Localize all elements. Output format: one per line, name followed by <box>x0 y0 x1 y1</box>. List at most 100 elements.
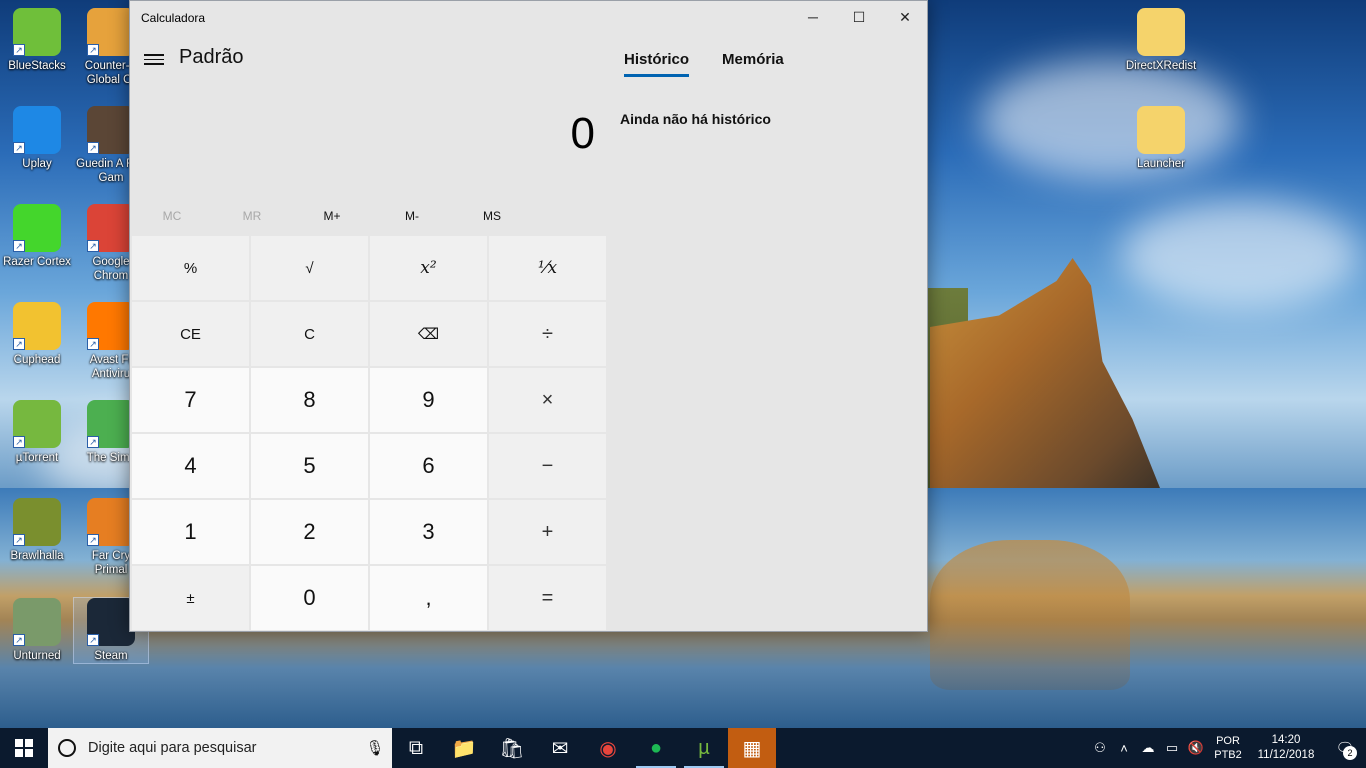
shortcut-arrow-icon: ↗ <box>13 634 25 646</box>
tab-history[interactable]: Histórico <box>624 51 690 77</box>
onedrive-icon[interactable]: ☁ <box>1136 740 1160 756</box>
shortcut-arrow-icon: ↗ <box>13 240 25 252</box>
sqrt-key[interactable]: √ <box>251 236 368 300</box>
desktop-shortcut[interactable]: ↗ Razer Cortex <box>0 204 74 269</box>
desktop-shortcut-label: Razer Cortex <box>3 256 71 268</box>
digit-9-key[interactable]: 9 <box>370 368 487 432</box>
volume-muted-icon[interactable]: 🔇 <box>1184 740 1208 756</box>
network-icon[interactable]: ▭ <box>1160 740 1184 756</box>
desktop-shortcut[interactable]: ↗ BlueStacks <box>0 8 74 73</box>
subtract-key[interactable]: − <box>489 434 606 498</box>
microphone-icon[interactable]: 🎙 <box>358 739 392 757</box>
desktop-shortcut-label: DirectXRedist <box>1125 60 1197 72</box>
clear-key[interactable]: C <box>251 302 368 366</box>
multiply-key[interactable]: × <box>489 368 606 432</box>
language-label: POR <box>1216 735 1240 747</box>
divide-key[interactable]: ÷ <box>489 302 606 366</box>
memory-mplus-button[interactable]: M+ <box>292 201 372 231</box>
clock-date: 11/12/2018 <box>1257 749 1315 761</box>
digit-2-key[interactable]: 2 <box>251 500 368 564</box>
people-icon[interactable]: ⚇ <box>1088 740 1112 756</box>
desktop-shortcut[interactable]: DirectXRedist <box>1124 8 1198 73</box>
negate-key[interactable]: ± <box>132 566 249 630</box>
search-placeholder: Digite aqui para pesquisar <box>88 740 257 756</box>
sims-icon: ↗ <box>87 400 135 448</box>
calculator-icon: ▦ <box>742 737 762 760</box>
task-view-icon: ⧉ <box>408 736 424 759</box>
shortcut-arrow-icon: ↗ <box>87 240 99 252</box>
taskbar-calculator-button[interactable]: ▦ <box>728 728 776 768</box>
memory-ms-button[interactable]: MS <box>452 201 532 231</box>
folder-icon <box>1137 106 1185 154</box>
digit-0-key[interactable]: 0 <box>251 566 368 630</box>
digit-7-key[interactable]: 7 <box>132 368 249 432</box>
desktop-shortcut[interactable]: Launcher <box>1124 106 1198 171</box>
shortcut-arrow-icon: ↗ <box>87 436 99 448</box>
uplay-icon: ↗ <box>13 106 61 154</box>
desktop-shortcut-label: Uplay <box>22 158 52 170</box>
memory-mr-button[interactable]: MR <box>212 201 292 231</box>
clock[interactable]: 14:20 11/12/2018 <box>1248 733 1324 763</box>
taskbar-store-button[interactable]: 🛍 <box>488 728 536 768</box>
desktop-shortcut[interactable]: ↗ Cuphead <box>0 302 74 367</box>
memory-row: MC MR M+ M- MS <box>132 201 612 231</box>
mode-title: Padrão <box>179 46 244 68</box>
backspace-key[interactable]: ⌫ <box>370 302 487 366</box>
shortcut-arrow-icon: ↗ <box>87 534 99 546</box>
pinned-apps: ⧉ 📁 🛍 ✉ ◉ ● µ ▦ <box>392 728 776 768</box>
utorrent-icon: ↗ <box>13 400 61 448</box>
chevron-up-icon[interactable]: ˄ <box>1112 741 1136 756</box>
desktop-shortcut[interactable]: ↗ µTorrent <box>0 400 74 465</box>
keyboard-label: PTB2 <box>1214 749 1242 761</box>
desktop-shortcut[interactable]: ↗ Unturned <box>0 598 74 663</box>
menu-icon[interactable] <box>144 51 164 67</box>
desktop-shortcut[interactable]: ↗ Uplay <box>0 106 74 171</box>
minimize-button[interactable]: ─ <box>790 1 836 33</box>
tab-memory[interactable]: Memória <box>722 51 784 77</box>
clear-entry-key[interactable]: CE <box>132 302 249 366</box>
taskbar-chrome-button[interactable]: ◉ <box>584 728 632 768</box>
taskbar-spotify-button[interactable]: ● <box>632 728 680 768</box>
desktop-shortcut[interactable]: ↗ Brawlhalla <box>0 498 74 563</box>
farcry-icon: ↗ <box>87 498 135 546</box>
desktop-shortcut-label: µTorrent <box>15 452 59 464</box>
chrome-icon: ◉ <box>599 737 617 760</box>
taskbar-file-explorer-button[interactable]: 📁 <box>440 728 488 768</box>
title-bar[interactable]: Calculadora ─ ☐ ✕ <box>130 1 927 33</box>
desktop-shortcut-label: BlueStacks <box>8 60 66 72</box>
result-display: 0 <box>570 109 595 158</box>
shortcut-arrow-icon: ↗ <box>87 634 99 646</box>
percent-key[interactable]: % <box>132 236 249 300</box>
shortcut-arrow-icon: ↗ <box>87 338 99 350</box>
digit-6-key[interactable]: 6 <box>370 434 487 498</box>
windows-logo-icon <box>15 739 33 757</box>
shortcut-arrow-icon: ↗ <box>13 142 25 154</box>
memory-mminus-button[interactable]: M- <box>372 201 452 231</box>
square-key[interactable]: x² <box>370 236 487 300</box>
avast-icon: ↗ <box>87 302 135 350</box>
add-key[interactable]: + <box>489 500 606 564</box>
mail-icon: ✉ <box>551 737 569 760</box>
reciprocal-key[interactable]: ¹⁄x <box>489 236 606 300</box>
digit-4-key[interactable]: 4 <box>132 434 249 498</box>
desktop-shortcut-label: Brawlhalla <box>10 550 64 562</box>
digit-1-key[interactable]: 1 <box>132 500 249 564</box>
taskbar-search[interactable]: Digite aqui para pesquisar 🎙 <box>48 728 392 768</box>
digit-5-key[interactable]: 5 <box>251 434 368 498</box>
digit-3-key[interactable]: 3 <box>370 500 487 564</box>
taskbar-mail-button[interactable]: ✉ <box>536 728 584 768</box>
language-indicator[interactable]: POR PTB2 <box>1208 734 1248 762</box>
taskbar-utorrent-button[interactable]: µ <box>680 728 728 768</box>
memory-mc-button[interactable]: MC <box>132 201 212 231</box>
digit-8-key[interactable]: 8 <box>251 368 368 432</box>
cortana-icon <box>58 739 76 757</box>
close-button[interactable]: ✕ <box>882 1 928 33</box>
desktop-shortcut-label: Cuphead <box>13 354 61 366</box>
taskbar-task-view-button[interactable]: ⧉ <box>392 728 440 768</box>
decimal-key[interactable]: , <box>370 566 487 630</box>
equals-key[interactable]: = <box>489 566 606 630</box>
action-center-icon[interactable]: 🗨2 <box>1324 739 1366 760</box>
maximize-button[interactable]: ☐ <box>836 1 882 33</box>
keypad: % √ x² ¹⁄x CE C ⌫ ÷ 7 8 9 × 4 5 6− 1 2 3 + ±0, = <box>132 236 606 630</box>
start-button[interactable] <box>0 728 48 768</box>
